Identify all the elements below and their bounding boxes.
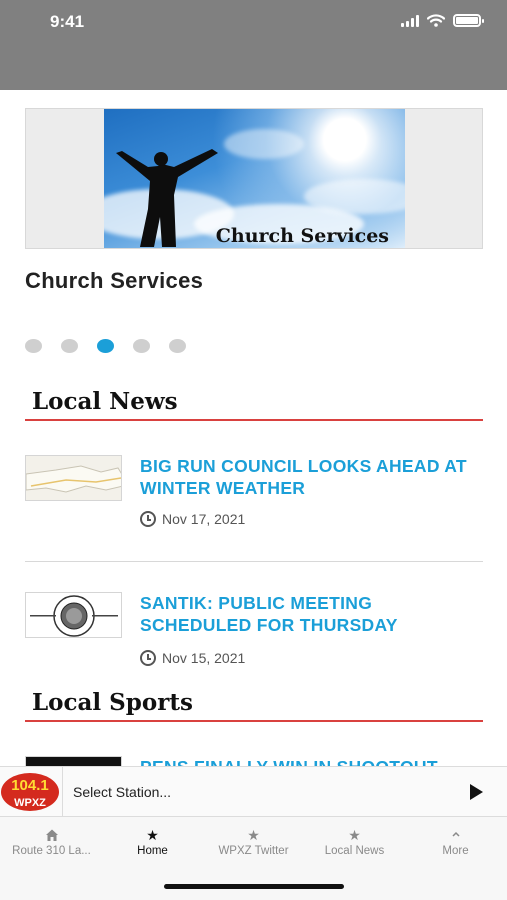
svg-text:104.1: 104.1 <box>11 777 49 794</box>
tab-label: Route 310 La... <box>12 845 91 857</box>
news-article[interactable]: SANTIK: PUBLIC MEETING SCHEDULED FOR THU… <box>25 592 483 682</box>
tab-more[interactable]: More <box>405 825 506 857</box>
star-icon: ★ <box>348 827 361 843</box>
audio-player-bar: 104.1 WPXZ Select Station... <box>0 766 507 817</box>
carousel-dot[interactable] <box>25 339 42 353</box>
star-icon: ★ <box>247 827 260 843</box>
divider <box>25 561 483 562</box>
carousel-dot[interactable] <box>61 339 78 353</box>
article-headline[interactable]: SANTIK: PUBLIC MEETING SCHEDULED FOR THU… <box>140 592 480 636</box>
article-headline[interactable]: BIG RUN COUNCIL LOOKS AHEAD AT WINTER WE… <box>140 455 480 499</box>
tab-local-news[interactable]: ★ Local News <box>304 825 405 857</box>
article-date: Nov 15, 2021 <box>162 650 246 666</box>
svg-text:WPXZ: WPXZ <box>14 797 46 809</box>
map-thumbnail-image <box>26 456 121 500</box>
battery-icon <box>453 14 484 27</box>
station-logo[interactable]: 104.1 WPXZ <box>0 769 60 815</box>
local-sports-header: Local Sports <box>25 689 483 722</box>
cellular-signal-icon <box>401 14 419 27</box>
tab-label: WPXZ Twitter <box>218 845 289 857</box>
tab-route-310[interactable]: Route 310 La... <box>1 825 102 857</box>
tab-home[interactable]: ★ Home <box>102 825 203 857</box>
wifi-icon <box>427 14 445 27</box>
tab-wpxz-twitter[interactable]: ★ WPXZ Twitter <box>203 825 304 857</box>
home-indicator <box>164 884 344 889</box>
section-title: Local Sports <box>32 689 193 716</box>
carousel-title[interactable]: Church Services <box>25 268 203 294</box>
carousel-dot[interactable] <box>133 339 150 353</box>
carousel-image: Church Services <box>104 109 405 248</box>
section-title: Local News <box>32 388 178 415</box>
carousel-dot[interactable] <box>169 339 186 353</box>
tab-label: More <box>442 845 469 857</box>
status-time: 9:41 <box>50 12 85 31</box>
news-article[interactable]: BIG RUN COUNCIL LOOKS AHEAD AT WINTER WE… <box>25 455 483 545</box>
carousel-image-caption: Church Services <box>215 225 389 247</box>
article-meta: Nov 15, 2021 <box>140 650 245 666</box>
star-icon: ★ <box>146 827 159 843</box>
select-station-button[interactable]: Select Station... <box>73 784 171 800</box>
clock-icon <box>140 650 156 666</box>
borough-seal-image <box>26 593 121 637</box>
carousel-dot-active[interactable] <box>97 339 114 353</box>
article-thumbnail[interactable] <box>25 592 122 638</box>
article-date: Nov 17, 2021 <box>162 511 246 527</box>
article-meta: Nov 17, 2021 <box>140 511 245 527</box>
clock-icon <box>140 511 156 527</box>
carousel-slide[interactable]: Church Services <box>25 108 483 249</box>
home-icon <box>45 829 58 841</box>
play-icon[interactable] <box>470 784 483 800</box>
carousel-pagination <box>25 339 186 353</box>
status-icons <box>401 14 484 27</box>
silhouette-figure <box>116 149 218 247</box>
tab-label: Home <box>137 845 168 857</box>
tab-label: Local News <box>324 845 385 857</box>
article-thumbnail[interactable] <box>25 455 122 501</box>
local-news-header: Local News <box>25 388 483 421</box>
divider <box>62 767 63 817</box>
status-bar: 9:41 <box>0 0 507 90</box>
chevron-up-icon <box>451 831 460 837</box>
